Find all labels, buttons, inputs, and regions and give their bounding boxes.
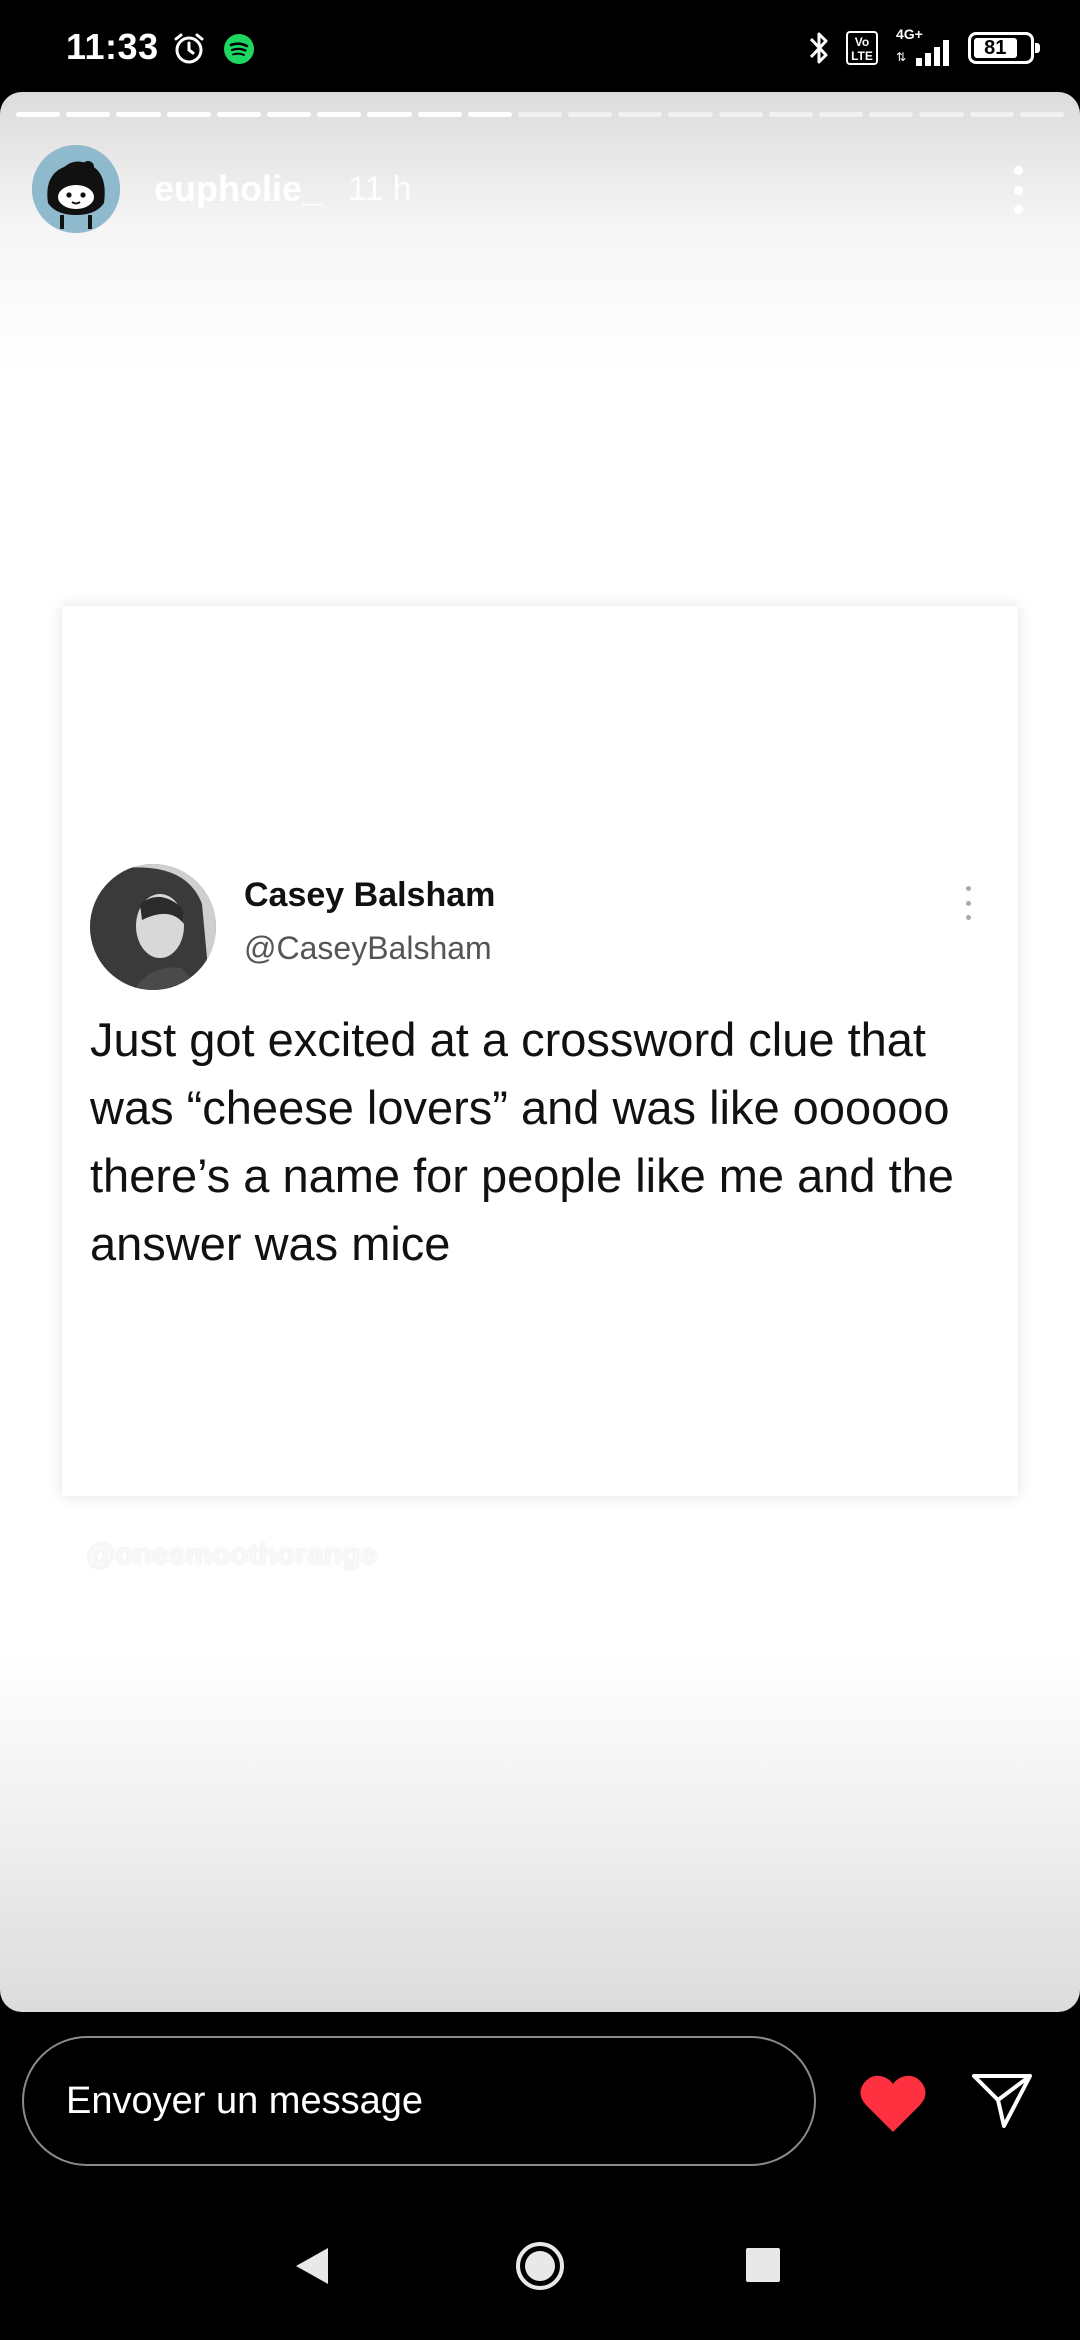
story-progress-segment [618, 112, 663, 117]
status-bar: 11:33 Vo LTE 4G+ ⇅ 81 [0, 0, 1080, 92]
story-progress-segment [768, 112, 813, 117]
signal-bars-icon [916, 40, 949, 66]
signal-icon: 4G+ ⇅ [892, 26, 954, 68]
story-progress-segment [367, 112, 412, 117]
story-progress-segment [819, 112, 864, 117]
spotify-icon [224, 34, 254, 64]
story-progress-segment [1019, 112, 1064, 117]
more-dot [1013, 205, 1023, 214]
tweet-author-avatar [90, 864, 216, 990]
volte-icon: Vo LTE [846, 31, 878, 65]
story-timestamp: 11 h [348, 169, 412, 208]
tweet-author-name: Casey Balsham [244, 876, 496, 914]
story-progress-segment [216, 112, 261, 117]
story-progress-segment [116, 112, 161, 117]
battery-level: 81 [974, 38, 1017, 58]
recents-icon[interactable] [746, 2248, 780, 2282]
tweet-more-dot [966, 915, 971, 920]
story-progress-segment [417, 112, 462, 117]
battery-tip [1035, 43, 1040, 53]
more-dot [1013, 166, 1023, 175]
story-progress-segment [266, 112, 312, 117]
story-progress-segment [919, 112, 964, 117]
tweet-more-dot [966, 900, 971, 906]
story-progress-segment [668, 112, 713, 117]
avatar[interactable] [32, 145, 120, 233]
story-progress-segment [16, 112, 61, 117]
message-input[interactable] [22, 2036, 816, 2166]
story-progress-segment [517, 112, 563, 117]
story-progress-segment [166, 112, 211, 117]
story-progress-segment [467, 112, 512, 117]
more-dot [1013, 185, 1023, 195]
more-options-icon[interactable] [1008, 166, 1028, 214]
story-progress-segment [869, 112, 914, 117]
story-progress-segment [568, 112, 613, 117]
system-nav-bar [0, 2200, 1080, 2340]
tweet-text: Just got excited at a crossword clue tha… [90, 1013, 954, 1270]
story-progress [16, 112, 1064, 117]
bluetooth-icon [809, 32, 828, 64]
screen: 11:33 Vo LTE 4G+ ⇅ 81 eupholie_ 11 h Cas… [0, 0, 1080, 2340]
reply-bar [0, 2012, 1080, 2202]
data-arrows-icon: ⇅ [896, 50, 907, 64]
story-progress-segment [317, 112, 362, 117]
avatar-cartoon-icon [32, 145, 120, 233]
tweet-more-icon [966, 886, 974, 920]
tweet-author-handle: @CaseyBalsham [244, 930, 492, 966]
story-viewer[interactable]: eupholie_ 11 h Casey Balsham @CaseyBalsh… [0, 92, 1080, 2012]
home-icon[interactable] [514, 2240, 566, 2292]
watermark: @onesmoothorange [86, 1538, 377, 1571]
battery-icon: 81 [968, 32, 1040, 64]
heart-icon[interactable] [858, 2072, 928, 2134]
back-icon[interactable] [292, 2244, 332, 2288]
portrait-photo-icon [90, 864, 216, 990]
story-progress-segment [718, 112, 763, 117]
status-icons: Vo LTE 4G+ ⇅ 81 [806, 26, 1040, 68]
story-progress-segment [66, 112, 111, 117]
story-username[interactable]: eupholie_ [154, 168, 322, 210]
tweet-screenshot: Casey Balsham @CaseyBalsham Just got exc… [62, 606, 1018, 1496]
story-header: eupholie_ 11 h [32, 144, 1048, 234]
tweet-more-dot [966, 886, 971, 891]
alarm-icon [174, 33, 204, 64]
status-time: 11:33 [66, 26, 159, 67]
story-progress-segment [969, 112, 1014, 117]
send-icon[interactable] [970, 2068, 1034, 2132]
